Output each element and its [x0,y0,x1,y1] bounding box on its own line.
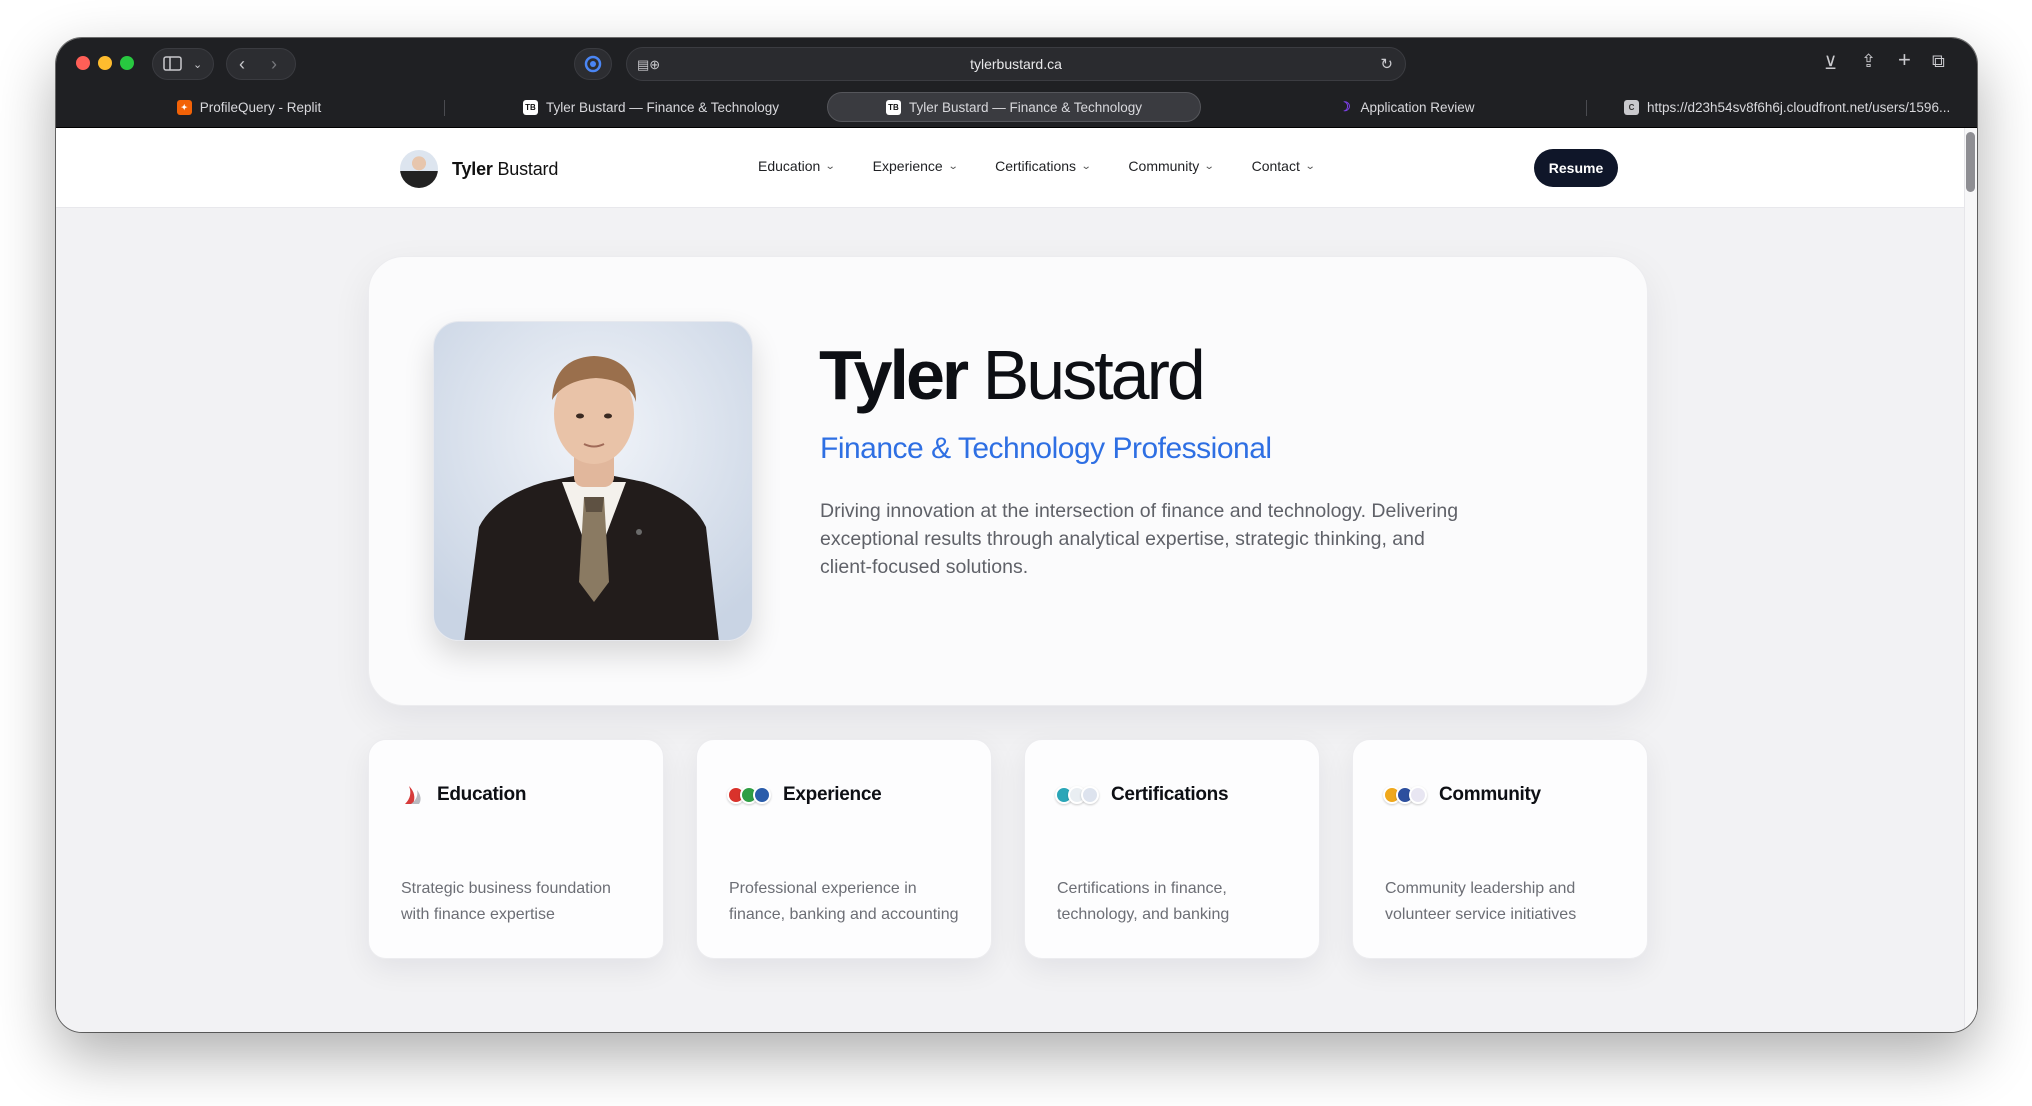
chevron-down-icon: ⌄ [825,160,836,172]
chevron-down-icon: ⌄ [193,59,203,71]
back-icon[interactable]: ‹ [239,55,245,73]
hero-role: Finance & Technology Professional [820,432,1272,465]
replit-favicon-icon: ✦ [176,99,192,115]
org-logo-icon [1409,786,1427,804]
menu-education[interactable]: Education ⌄ [758,158,836,174]
extension-button[interactable] [574,48,612,80]
address-bar[interactable]: ▤⊕ tylerbustard.ca ↻ [626,47,1406,81]
history-nav: ‹ › [226,48,296,80]
card-description: Strategic business foundation with finan… [401,880,611,923]
tab-bar: ✦ ProfileQuery - Replit TB Tyler Bustard… [56,88,1977,128]
card-title: Education [437,784,527,805]
zoom-window-button[interactable] [120,56,134,70]
downloads-icon[interactable]: ⊻ [1824,54,1837,72]
card-description: Certifications in finance, technology, a… [1057,880,1230,923]
scrollbar-thumb[interactable] [1966,132,1975,192]
tab-replit[interactable]: ✦ ProfileQuery - Replit [64,92,434,122]
card-title: Experience [783,784,882,805]
tab-title: Application Review [1360,99,1475,115]
minimize-window-button[interactable] [98,56,112,70]
tab-title: Tyler Bustard — Finance & Technology [908,99,1143,115]
tb-favicon-icon: TB [885,99,901,115]
share-icon[interactable]: ⇪ [1861,52,1876,70]
new-tab-icon[interactable]: + [1898,49,1911,71]
hero-name: Tyler Bustard [819,336,1206,414]
sidebar-toggle[interactable]: ⌄ [152,48,214,80]
firm-logo-icon [753,786,771,804]
resume-button[interactable]: Resume [1534,149,1618,187]
extension-icon [584,55,602,73]
avatar [400,150,438,188]
card-title: Community [1439,784,1541,805]
menu-certifications[interactable]: Certifications ⌄ [995,158,1092,174]
card-community[interactable]: Community Community leadership and volun… [1352,739,1648,959]
url-text: tylerbustard.ca [970,56,1062,72]
site-brand[interactable]: Tyler Bustard [400,150,558,188]
card-experience[interactable]: Experience Professional experience in fi… [696,739,992,959]
chevron-down-icon: ⌄ [1080,160,1092,172]
menu-contact[interactable]: Contact ⌄ [1252,158,1316,174]
tab-tyler-bustard[interactable]: TB Tyler Bustard — Finance & Technology [446,92,856,122]
generic-favicon-icon: C [1624,99,1639,115]
browser-window: ⌄ ‹ › ▤⊕ tylerbustard.ca ↻ ⊻ ⇪ + ⧉ ✦ Pro… [56,38,1977,1032]
chevron-down-icon: ⌄ [1203,160,1215,172]
tab-title: ProfileQuery - Replit [199,99,322,115]
menu-experience[interactable]: Experience ⌄ [873,158,959,174]
scrollbar-track[interactable] [1964,128,1977,1032]
tab-tyler-bustard-active[interactable]: TB Tyler Bustard — Finance & Technology [827,92,1201,122]
employer-logos [727,786,771,804]
close-window-button[interactable] [76,56,90,70]
chevron-down-icon: ⌄ [1304,160,1316,172]
forward-icon[interactable]: › [271,55,277,73]
card-education[interactable]: Education Strategic business foundation … [368,739,664,959]
main-menu: Education ⌄ Experience ⌄ Certifications ⌄ C… [758,158,1316,174]
certification-logos [1055,786,1099,804]
hero-card: Tyler Bustard Finance & Technology Profe… [368,256,1648,706]
chevron-down-icon: ⌄ [947,160,959,172]
profile-photo [433,321,753,641]
community-logos [1383,786,1427,804]
application-favicon-icon: ☽ [1339,99,1351,114]
cert-logo-icon [1081,786,1099,804]
tab-application-review[interactable]: ☽ Application Review [1216,92,1596,122]
tab-title: Tyler Bustard — Finance & Technology [545,99,780,115]
hero-description: Driving innovation at the intersection o… [820,500,1459,578]
card-description: Professional experience in finance, bank… [729,880,959,923]
card-title: Certifications [1111,784,1229,805]
browser-toolbar: ⌄ ‹ › ▤⊕ tylerbustard.ca ↻ ⊻ ⇪ + ⧉ [56,38,1977,88]
university-logo-icon [405,786,421,804]
menu-community[interactable]: Community ⌄ [1128,158,1215,174]
reload-icon[interactable]: ↻ [1380,56,1393,74]
card-certifications[interactable]: Certifications Certifications in finance… [1024,739,1320,959]
brand-name: Tyler Bustard [452,158,559,179]
sidebar-icon [163,56,182,71]
web-page: Tyler Bustard Education ⌄ Experience ⌄ Cer… [56,128,1977,1032]
site-header: Tyler Bustard Education ⌄ Experience ⌄ Cer… [56,128,1964,208]
tab-cloudfront[interactable]: C https://d23h54sv8f6h6j.cloudfront.net/… [1606,92,1966,122]
tb-favicon-icon: TB [522,99,538,115]
card-description: Community leadership and volunteer servi… [1385,880,1577,923]
tab-title: https://d23h54sv8f6h6j.cloudfront.net/us… [1647,99,1951,115]
tab-overview-icon[interactable]: ⧉ [1932,52,1945,70]
